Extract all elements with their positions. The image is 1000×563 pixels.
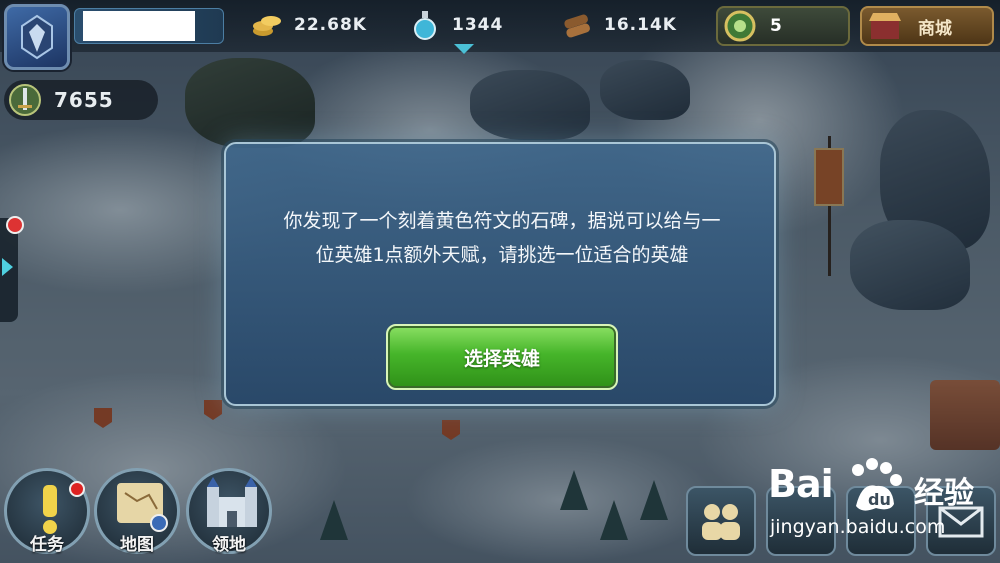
crystal-emblem-icon bbox=[21, 14, 53, 60]
wood-value: 16.14K bbox=[604, 15, 677, 35]
gold-value: 22.68K bbox=[294, 15, 367, 35]
wood-resource[interactable]: 16.14K bbox=[560, 10, 677, 40]
gems-button[interactable]: 5 bbox=[716, 6, 850, 46]
quest-button[interactable]: 任务 bbox=[4, 468, 90, 555]
baidu-logo: Bai bbox=[768, 462, 834, 506]
talent-stone-dialog: 你发现了一个刻着黄色符文的石碑，据说可以给与一 位英雄1点额外天赋，请挑选一位适… bbox=[224, 142, 776, 406]
quest-badge bbox=[69, 481, 85, 497]
choose-hero-label: 选择英雄 bbox=[463, 347, 540, 370]
notification-badge bbox=[6, 216, 24, 234]
heroes-icon bbox=[702, 504, 740, 540]
map-button[interactable]: 地图 bbox=[94, 468, 180, 555]
paw-logo-icon: du bbox=[852, 458, 902, 511]
map-label: 地图 bbox=[120, 535, 154, 555]
dialog-message-line: 位英雄1点额外天赋，请挑选一位适合的英雄 bbox=[315, 244, 689, 266]
gems-value: 5 bbox=[770, 16, 782, 36]
potion-icon bbox=[408, 10, 442, 40]
shop-label: 商城 bbox=[918, 18, 952, 39]
player-avatar-button[interactable] bbox=[4, 4, 70, 70]
gem-coin-icon bbox=[724, 10, 756, 42]
watermark-url: jingyan.baidu.com bbox=[770, 516, 946, 538]
baidu-watermark: Bai du 经验 jingyan.baidu.com bbox=[764, 458, 1000, 548]
power-value: 7655 bbox=[54, 88, 114, 112]
territory-label: 领地 bbox=[212, 535, 246, 555]
heroes-button[interactable] bbox=[686, 486, 756, 556]
dialog-message-line: 你发现了一个刻着黄色符文的石碑，据说可以给与一 bbox=[283, 210, 721, 232]
player-name-box[interactable] bbox=[74, 8, 224, 44]
territory-button[interactable]: 领地 bbox=[186, 468, 272, 555]
expand-down-arrow-icon[interactable] bbox=[454, 44, 474, 54]
quest-label: 任务 bbox=[30, 535, 64, 555]
svg-text:du: du bbox=[868, 490, 891, 509]
mana-resource[interactable]: 1344 bbox=[408, 10, 503, 40]
choose-hero-button[interactable]: 选择英雄 bbox=[386, 324, 618, 390]
mana-value: 1344 bbox=[452, 15, 504, 35]
baidu-logo-cn: 经验 bbox=[914, 476, 974, 511]
shop-stall-icon bbox=[869, 13, 901, 39]
gold-resource[interactable]: 22.68K bbox=[250, 10, 367, 40]
wood-logs-icon bbox=[560, 10, 594, 40]
shop-button[interactable]: 商城 bbox=[860, 6, 994, 46]
expand-right-arrow-icon[interactable] bbox=[2, 258, 13, 276]
gold-coins-icon bbox=[250, 10, 284, 40]
dialog-message: 你发现了一个刻着黄色符文的石碑，据说可以给与一 位英雄1点额外天赋，请挑选一位适… bbox=[252, 204, 752, 272]
player-name-redacted bbox=[83, 11, 195, 41]
combat-power[interactable]: 7655 bbox=[4, 80, 158, 120]
sword-shield-icon bbox=[9, 84, 41, 116]
